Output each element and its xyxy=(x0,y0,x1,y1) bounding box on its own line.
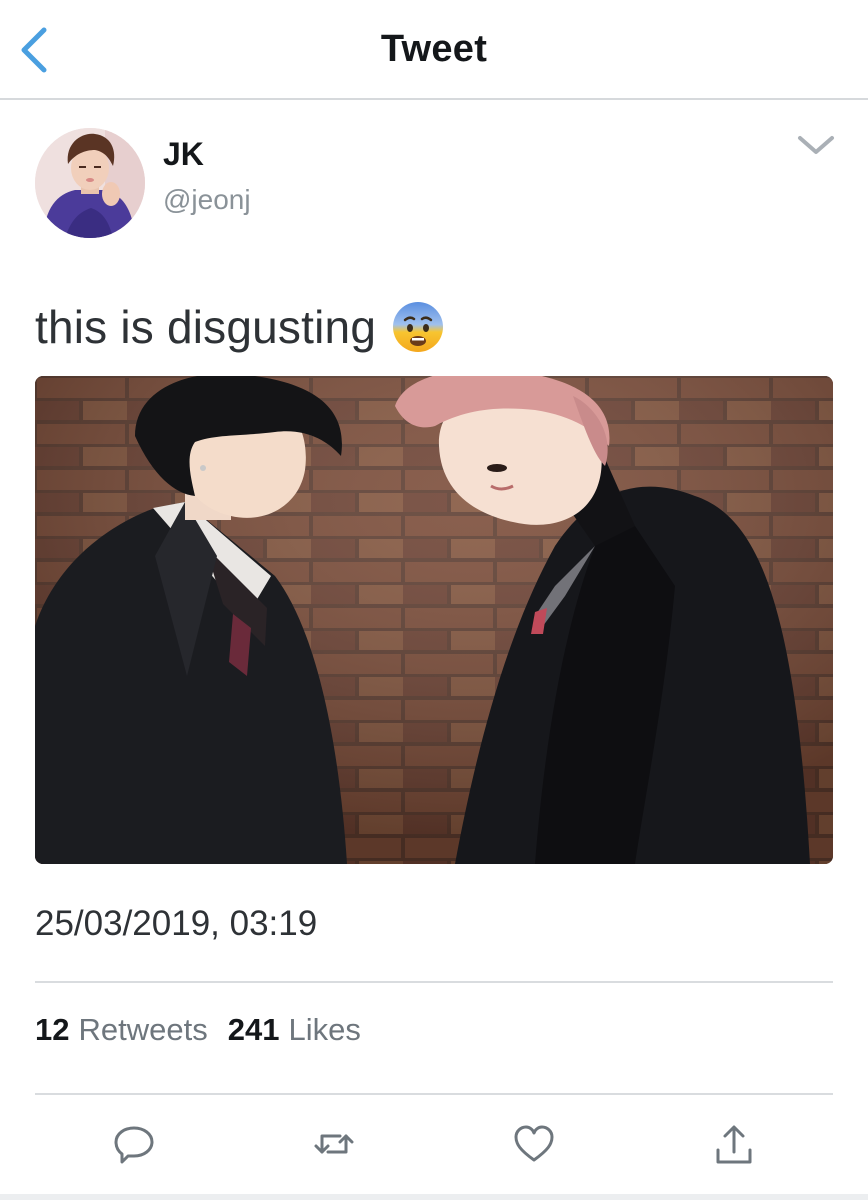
likes-count: 241 xyxy=(227,1012,280,1047)
divider xyxy=(35,981,833,983)
author-handle: @jeonj xyxy=(163,184,251,215)
like-icon xyxy=(514,1125,554,1162)
more-options-button[interactable] xyxy=(794,128,838,164)
tweet-timestamp: 25/03/2019, 03:19 xyxy=(35,904,318,943)
avatar-photo xyxy=(35,128,145,238)
retweets-label: Retweets xyxy=(78,1012,208,1047)
nav-bar: Tweet xyxy=(0,0,868,100)
photo-image xyxy=(35,376,833,864)
tweet-text-body: this is disgusting xyxy=(35,301,377,353)
share-button[interactable] xyxy=(710,1120,758,1168)
likes-label: Likes xyxy=(288,1012,361,1047)
author-name[interactable]: JK xyxy=(163,136,204,173)
retweet-icon xyxy=(314,1134,354,1154)
share-icon xyxy=(716,1125,752,1164)
retweets-stat[interactable]: 12 Retweets xyxy=(35,1012,208,1048)
tweet-text: this is disgusting xyxy=(35,300,444,354)
fearful-face-emoji xyxy=(393,302,444,352)
likes-stat[interactable]: 241 Likes xyxy=(228,1012,361,1048)
reply-button[interactable] xyxy=(110,1120,158,1168)
bottom-edge xyxy=(0,1194,868,1200)
retweet-button[interactable] xyxy=(310,1120,358,1168)
avatar[interactable] xyxy=(35,128,145,238)
page-title: Tweet xyxy=(380,28,488,70)
like-button[interactable] xyxy=(510,1120,558,1168)
tweet-detail-screen: Tweet JK @jeonj this is disgusting 25/03… xyxy=(0,0,868,1200)
tweet-media-photo[interactable] xyxy=(35,376,833,864)
divider xyxy=(35,1093,833,1095)
tweet-stats: 12 Retweets 241 Likes xyxy=(35,1012,361,1048)
chevron-down-icon xyxy=(798,136,834,154)
reply-icon xyxy=(114,1126,154,1164)
retweets-count: 12 xyxy=(35,1012,70,1047)
